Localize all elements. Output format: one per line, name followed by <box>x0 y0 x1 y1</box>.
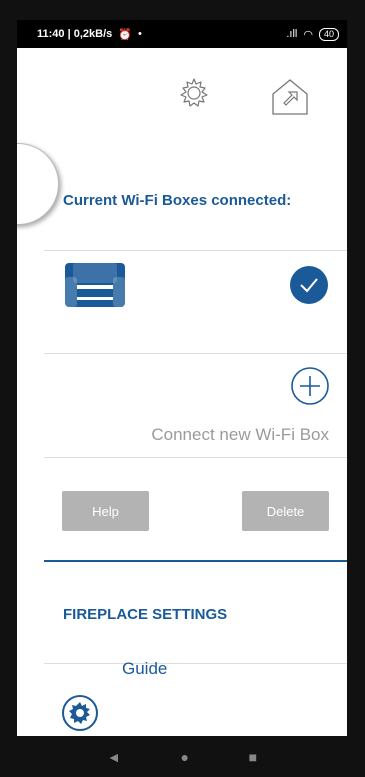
divider <box>44 353 347 354</box>
divider <box>44 457 347 458</box>
fireplace-settings-title: FIREPLACE SETTINGS <box>63 606 228 623</box>
signal-icon: .ıll <box>286 28 298 40</box>
main-content: Current Wi-Fi Boxes connected: Connect n… <box>17 48 347 736</box>
section-divider <box>44 560 347 562</box>
status-time: 11:40 | 0,2kB/s <box>37 28 113 40</box>
divider <box>44 663 347 664</box>
add-wifi-box-icon[interactable] <box>290 366 330 411</box>
selected-check-icon[interactable] <box>290 266 328 304</box>
status-icons: .ıll ◠ 40 <box>286 27 339 41</box>
wifi-icon: ◠ <box>303 28 313 41</box>
delete-button[interactable]: Delete <box>242 491 329 531</box>
connect-new-label[interactable]: Connect new Wi-Fi Box <box>151 425 329 445</box>
gear-icon[interactable] <box>61 694 99 736</box>
device-frame-top <box>0 0 365 20</box>
connected-title: Current Wi-Fi Boxes connected: <box>63 192 292 209</box>
drawer-toggle[interactable] <box>17 143 59 225</box>
help-button[interactable]: Help <box>62 491 149 531</box>
gear-icon[interactable] <box>177 76 211 123</box>
notification-icon: • <box>137 28 142 40</box>
armchair-icon[interactable] <box>63 259 127 314</box>
back-icon[interactable]: ◄ <box>107 749 121 765</box>
home-icon[interactable]: ● <box>180 749 188 765</box>
device-frame-right <box>347 0 365 777</box>
divider <box>44 250 347 251</box>
android-nav-bar: ◄ ● ■ <box>17 736 347 777</box>
header-icons <box>177 76 311 123</box>
alarm-icon: ⏰ <box>118 28 132 41</box>
recents-icon[interactable]: ■ <box>249 749 257 765</box>
home-arrow-icon[interactable] <box>269 76 311 123</box>
device-frame-left <box>0 0 17 777</box>
battery-indicator: 40 <box>318 27 339 41</box>
status-bar: 11:40 | 0,2kB/s ⏰ • .ıll ◠ 40 <box>17 20 347 48</box>
guide-label[interactable]: Guide <box>122 659 167 679</box>
